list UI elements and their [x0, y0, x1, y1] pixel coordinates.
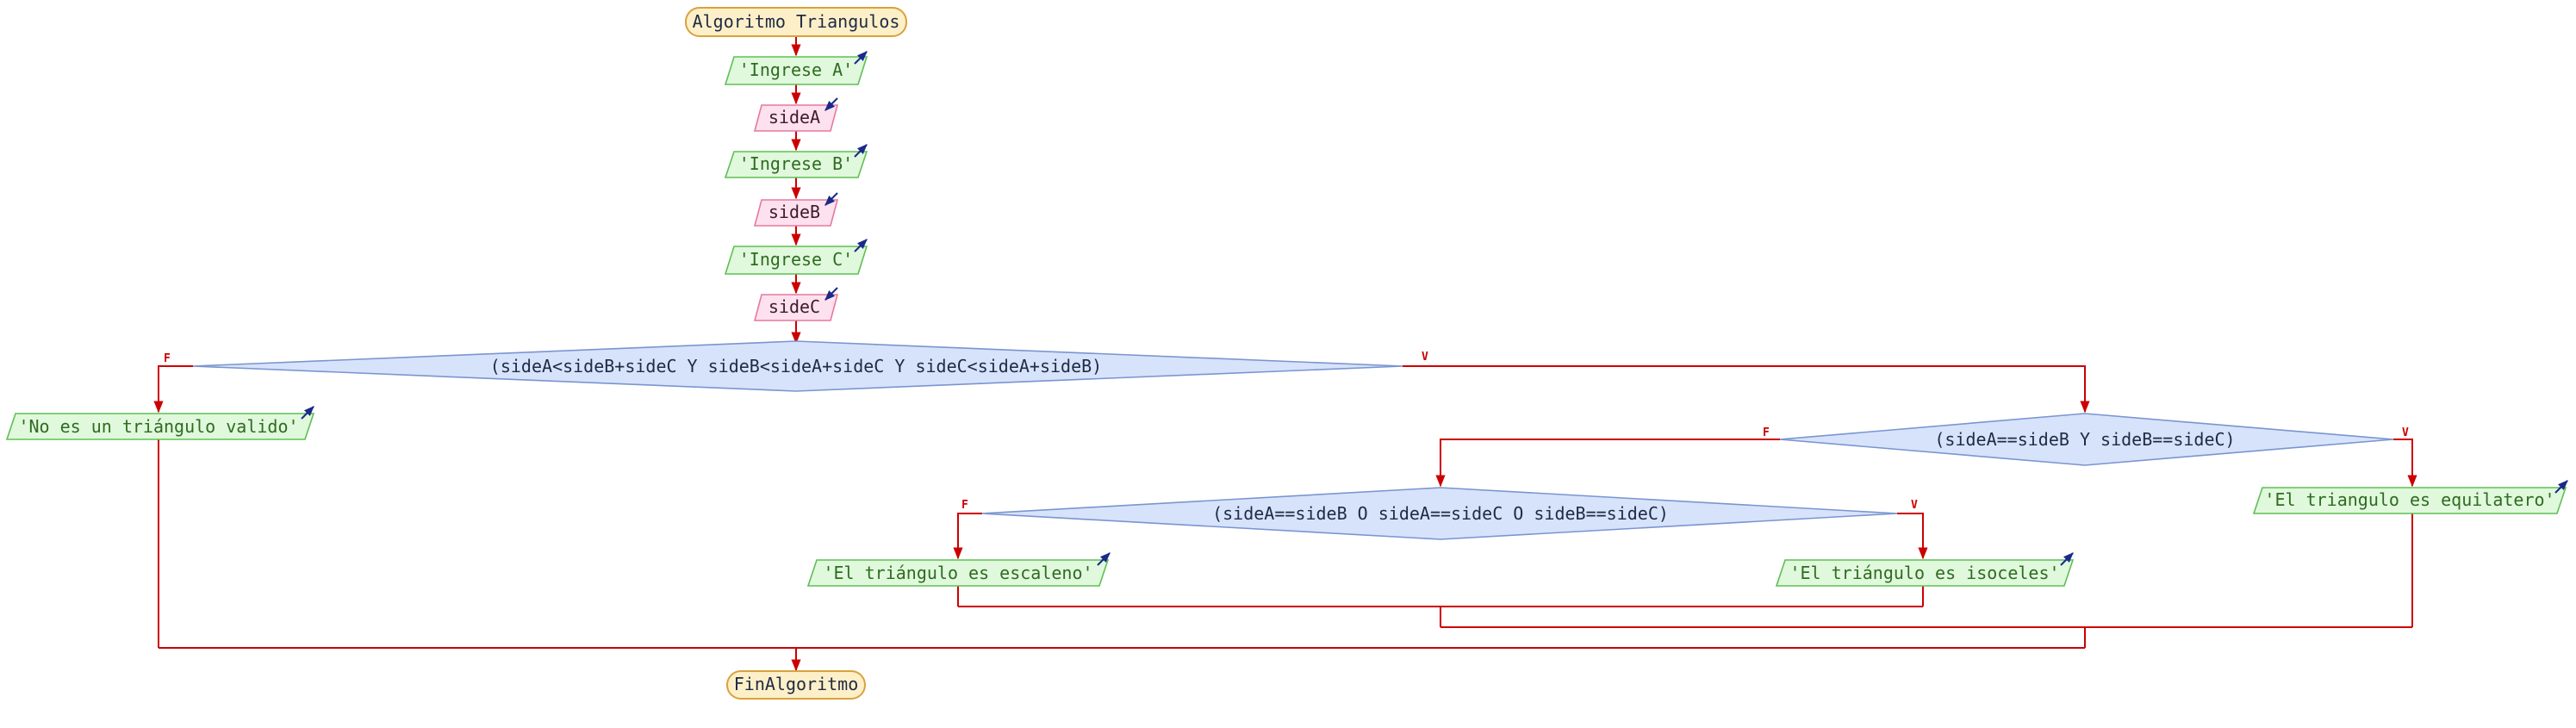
- input-read-c-label: sideC: [768, 296, 820, 317]
- decision-isosceles: (sideA==sideB O sideA==sideC O sideB==si…: [961, 487, 1918, 540]
- output-scalene-label: 'El triángulo es escaleno': [823, 563, 1092, 583]
- output-equilateral: 'El triangulo es equilatero': [2252, 480, 2568, 514]
- decision-isosceles-label: (sideA==sideB O sideA==sideC O sideB==si…: [1212, 503, 1669, 524]
- false-branch-label: F: [164, 352, 171, 365]
- input-read-b-label: sideB: [768, 202, 820, 222]
- decision-valid-triangle: (sideA<sideB+sideC Y sideB<sideA+sideC Y…: [164, 340, 1428, 392]
- true-branch-label: V: [1911, 499, 1918, 512]
- output-prompt-b-label: 'Ingrese B': [739, 153, 853, 174]
- start-label: Algoritmo Triangulos: [693, 11, 900, 32]
- end-terminal: FinAlgoritmo: [726, 670, 866, 700]
- output-isosceles-label: 'El triángulo es isoceles': [1789, 563, 2059, 583]
- output-invalid-label: 'No es un triángulo valido': [18, 416, 298, 437]
- decision-equilateral: (sideA==sideB Y sideB==sideC) F V: [1763, 413, 2409, 466]
- output-prompt-a-label: 'Ingrese A': [739, 59, 853, 80]
- decision-equilateral-label: (sideA==sideB Y sideB==sideC): [1934, 429, 2235, 450]
- flowchart-canvas: Algoritmo Triangulos 'Ingrese A' sideA '…: [5, 7, 2568, 700]
- output-prompt-c-label: 'Ingrese C': [739, 249, 853, 270]
- output-equilateral-label: 'El triangulo es equilatero': [2264, 489, 2554, 510]
- output-invalid-triangle: 'No es un triángulo valido': [5, 406, 315, 440]
- end-label: FinAlgoritmo: [734, 674, 859, 694]
- input-read-a-label: sideA: [768, 107, 820, 128]
- false-branch-label: F: [1763, 426, 1770, 439]
- false-branch-label: F: [961, 499, 968, 512]
- start-terminal: Algoritmo Triangulos: [685, 7, 907, 37]
- true-branch-label: V: [1422, 351, 1428, 364]
- true-branch-label: V: [2402, 426, 2409, 439]
- output-isosceles: 'El triángulo es isoceles': [1775, 552, 2075, 587]
- output-prompt-a: 'Ingrese A': [724, 51, 868, 85]
- decision-valid-label: (sideA<sideB+sideC Y sideB<sideA+sideC Y…: [490, 356, 1102, 376]
